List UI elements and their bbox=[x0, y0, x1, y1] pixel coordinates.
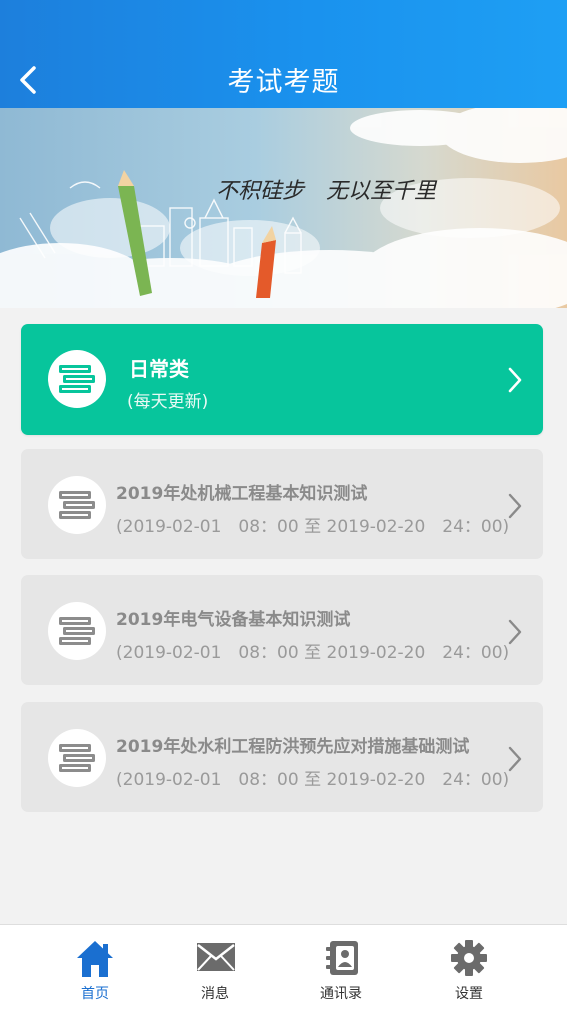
banner-slogan: 不积硅步 无以至千里 bbox=[216, 179, 438, 204]
chevron-right-icon bbox=[508, 367, 522, 393]
book-icon-circle bbox=[48, 602, 106, 660]
daily-category-title: 日常类 bbox=[129, 357, 189, 381]
page-title: 考试考题 bbox=[227, 67, 340, 98]
exam-time-range: (2019-02-01 08：00 至 2019-02-20 24：00) bbox=[116, 643, 510, 663]
tab-label: 消息 bbox=[201, 986, 229, 1002]
book-stack-icon bbox=[59, 744, 95, 772]
gear-icon bbox=[451, 940, 487, 976]
daily-category-card[interactable]: 日常类 (每天更新) bbox=[21, 324, 543, 435]
tab-home[interactable]: 首页 bbox=[35, 925, 155, 1009]
tab-contacts[interactable]: 通讯录 bbox=[281, 925, 401, 1009]
book-icon-circle bbox=[48, 476, 106, 534]
chevron-right-icon bbox=[508, 619, 522, 645]
exam-time-range: (2019-02-01 08：00 至 2019-02-20 24：00) bbox=[116, 770, 510, 790]
tab-label: 设置 bbox=[455, 986, 483, 1002]
chevron-right-icon bbox=[508, 746, 522, 772]
contacts-book-icon bbox=[326, 941, 358, 975]
exam-card[interactable]: 2019年处水利工程防洪预先应对措施基础测试 (2019-02-01 08：00… bbox=[21, 702, 543, 812]
book-icon-circle bbox=[48, 729, 106, 787]
banner-image: 不积硅步 无以至千里 bbox=[0, 108, 567, 308]
exam-title: 2019年处水利工程防洪预先应对措施基础测试 bbox=[116, 737, 470, 757]
daily-category-subtitle: (每天更新) bbox=[127, 392, 209, 412]
tab-settings[interactable]: 设置 bbox=[409, 925, 529, 1009]
tab-label: 通讯录 bbox=[320, 986, 362, 1002]
tab-label: 首页 bbox=[81, 986, 109, 1002]
app-header: 考试考题 bbox=[0, 0, 567, 108]
book-stack-icon bbox=[59, 617, 95, 645]
tab-messages[interactable]: 消息 bbox=[155, 925, 275, 1009]
exam-card[interactable]: 2019年处机械工程基本知识测试 (2019-02-01 08：00 至 201… bbox=[21, 449, 543, 559]
exam-card[interactable]: 2019年电气设备基本知识测试 (2019-02-01 08：00 至 2019… bbox=[21, 575, 543, 685]
book-stack-icon bbox=[59, 491, 95, 519]
chevron-right-icon bbox=[508, 493, 522, 519]
exam-title: 2019年电气设备基本知识测试 bbox=[116, 610, 351, 630]
exam-title: 2019年处机械工程基本知识测试 bbox=[116, 484, 368, 504]
book-icon-circle bbox=[48, 350, 106, 408]
book-stack-icon bbox=[59, 365, 95, 393]
home-icon bbox=[77, 941, 113, 977]
envelope-icon bbox=[197, 943, 235, 971]
bottom-tab-bar: 首页 消息 通讯录 设置 bbox=[0, 924, 567, 1010]
exam-time-range: (2019-02-01 08：00 至 2019-02-20 24：00) bbox=[116, 517, 510, 537]
